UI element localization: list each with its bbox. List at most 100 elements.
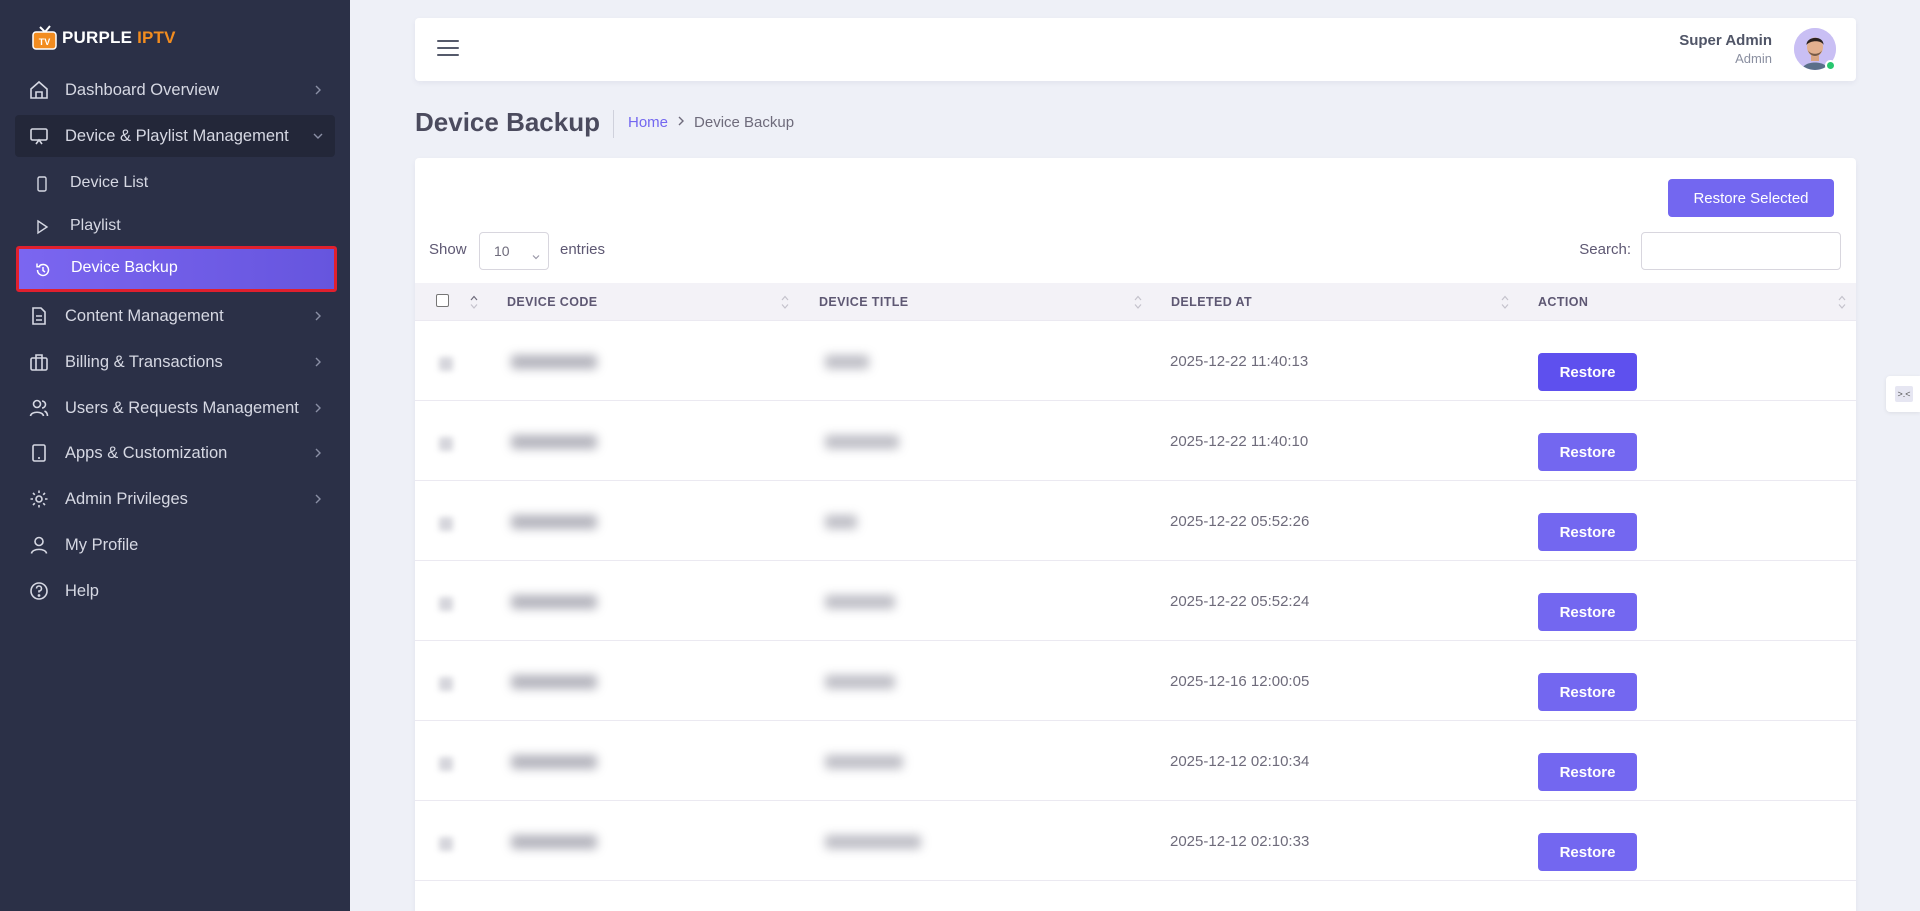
deleted-at-cell: 2025-12-22 05:52:24 <box>1170 593 1310 610</box>
briefcase-icon <box>29 352 49 372</box>
document-icon <box>29 306 49 326</box>
help-icon <box>29 581 49 601</box>
breadcrumb: Home Device Backup <box>628 114 794 131</box>
deleted-at-cell: 2025-12-12 02:10:34 <box>1170 753 1310 770</box>
sidebar-item-admin-privileges[interactable]: Admin Privileges <box>15 478 335 520</box>
restore-button[interactable]: Restore <box>1538 673 1637 711</box>
select-all-checkbox[interactable] <box>436 294 449 307</box>
home-icon <box>29 80 49 100</box>
chevron-right-icon <box>311 401 325 415</box>
row-checkbox[interactable] <box>439 517 453 531</box>
monitor-icon <box>29 126 49 146</box>
chevron-down-icon <box>532 248 540 260</box>
row-checkbox[interactable] <box>439 837 453 851</box>
phone-icon <box>33 175 51 193</box>
table-row: 2025-12-22 05:52:26 Restore <box>415 481 1856 561</box>
deleted-at-cell: 2025-12-12 02:10:33 <box>1170 833 1310 850</box>
chevron-right-icon <box>676 114 686 131</box>
user-name: Super Admin <box>1679 32 1772 49</box>
code-icon: >.< <box>1895 386 1913 402</box>
table-header: DEVICE CODE DEVICE TITLE DELETED AT ACTI… <box>415 283 1856 321</box>
customizer-toggle-tab[interactable]: >.< <box>1886 376 1920 412</box>
row-checkbox[interactable] <box>439 677 453 691</box>
deleted-at-cell: 2025-12-16 12:00:05 <box>1170 673 1310 690</box>
play-icon <box>33 218 51 236</box>
column-header-device-title[interactable]: DEVICE TITLE <box>819 295 909 309</box>
sort-icon[interactable] <box>780 293 790 311</box>
sort-icon[interactable] <box>1133 293 1143 311</box>
sort-icon[interactable] <box>1500 293 1510 311</box>
restore-button[interactable]: Restore <box>1538 353 1637 391</box>
sidebar-subitem-playlist[interactable]: Playlist <box>15 208 335 246</box>
sidebar-subitem-device-backup[interactable]: Device Backup <box>16 246 337 292</box>
row-checkbox[interactable] <box>439 757 453 771</box>
users-icon <box>29 398 49 418</box>
table-row: 2025-12-22 05:52:24 Restore <box>415 561 1856 641</box>
device-code-cell-redacted <box>511 355 597 369</box>
page-length-select[interactable]: 10 <box>479 232 549 270</box>
breadcrumb-current: Device Backup <box>694 114 795 131</box>
device-code-cell-redacted <box>511 675 597 689</box>
device-code-cell-redacted <box>511 435 597 449</box>
table-row: 2025-12-22 11:40:10 Restore <box>415 401 1856 481</box>
sort-icon[interactable] <box>469 293 479 311</box>
svg-text:TV: TV <box>39 37 51 47</box>
page-title: Device Backup <box>415 107 600 137</box>
row-checkbox[interactable] <box>439 597 453 611</box>
sort-icon[interactable] <box>1837 293 1847 311</box>
chevron-right-icon <box>311 355 325 369</box>
table-row: 2025-12-22 11:40:13 Restore <box>415 321 1856 401</box>
restore-button[interactable]: Restore <box>1538 833 1637 871</box>
chevron-right-icon <box>311 83 325 97</box>
sidebar-item-help[interactable]: Help <box>15 570 335 612</box>
sidebar-item-users-requests-management[interactable]: Users & Requests Management <box>15 387 335 429</box>
online-status-indicator <box>1825 60 1836 71</box>
restore-button[interactable]: Restore <box>1538 433 1637 471</box>
restore-icon <box>34 261 52 279</box>
device-backup-card: Restore Selected Show 10 entries Search:… <box>415 158 1856 911</box>
device-code-cell-redacted <box>511 835 597 849</box>
table-row: 2025-12-16 12:00:05 Restore <box>415 641 1856 721</box>
sidebar-item-billing-transactions[interactable]: Billing & Transactions <box>15 341 335 383</box>
brand-name: PURPLE IPTV <box>62 28 176 47</box>
restore-button[interactable]: Restore <box>1538 753 1637 791</box>
chevron-right-icon <box>311 446 325 460</box>
sidebar-item-content-management[interactable]: Content Management <box>15 295 335 337</box>
show-label: Show <box>429 241 467 258</box>
chevron-right-icon <box>311 309 325 323</box>
restore-button[interactable]: Restore <box>1538 513 1637 551</box>
column-header-deleted-at[interactable]: DELETED AT <box>1171 295 1252 309</box>
device-title-cell-redacted <box>825 675 895 689</box>
column-header-action[interactable]: ACTION <box>1538 295 1588 309</box>
row-checkbox[interactable] <box>439 437 453 451</box>
search-input[interactable] <box>1641 232 1841 270</box>
chevron-down-icon <box>311 129 325 143</box>
restore-button[interactable]: Restore <box>1538 593 1637 631</box>
sidebar-subitem-device-list[interactable]: Device List <box>15 165 335 203</box>
user-role: Admin <box>1735 51 1772 66</box>
deleted-at-cell: 2025-12-22 11:40:10 <box>1170 433 1309 450</box>
row-checkbox[interactable] <box>439 357 453 371</box>
tv-icon: TV <box>32 25 58 51</box>
chevron-right-icon <box>311 492 325 506</box>
device-title-cell-redacted <box>825 835 921 849</box>
tablet-icon <box>29 443 49 463</box>
brand-logo[interactable]: TV PURPLE IPTV <box>32 22 176 54</box>
device-title-cell-redacted <box>825 515 857 529</box>
gear-icon <box>29 489 49 509</box>
sidebar: TV PURPLE IPTV Dashboard Overview Device… <box>0 0 350 911</box>
restore-selected-button[interactable]: Restore Selected <box>1668 179 1834 217</box>
sidebar-item-apps-customization[interactable]: Apps & Customization <box>15 432 335 474</box>
breadcrumb-divider <box>613 110 614 138</box>
top-navbar: Super Admin Admin <box>415 18 1856 81</box>
column-header-device-code[interactable]: DEVICE CODE <box>507 295 598 309</box>
breadcrumb-home-link[interactable]: Home <box>628 114 668 131</box>
table-row: 2025-12-12 02:10:33 Restore <box>415 801 1856 881</box>
sidebar-item-my-profile[interactable]: My Profile <box>15 524 335 566</box>
sidebar-item-dashboard-overview[interactable]: Dashboard Overview <box>15 69 335 111</box>
device-title-cell-redacted <box>825 435 899 449</box>
menu-toggle-icon[interactable] <box>437 40 459 58</box>
sidebar-item-device-playlist-management[interactable]: Device & Playlist Management <box>15 115 335 157</box>
device-title-cell-redacted <box>825 755 903 769</box>
device-title-cell-redacted <box>825 355 869 369</box>
